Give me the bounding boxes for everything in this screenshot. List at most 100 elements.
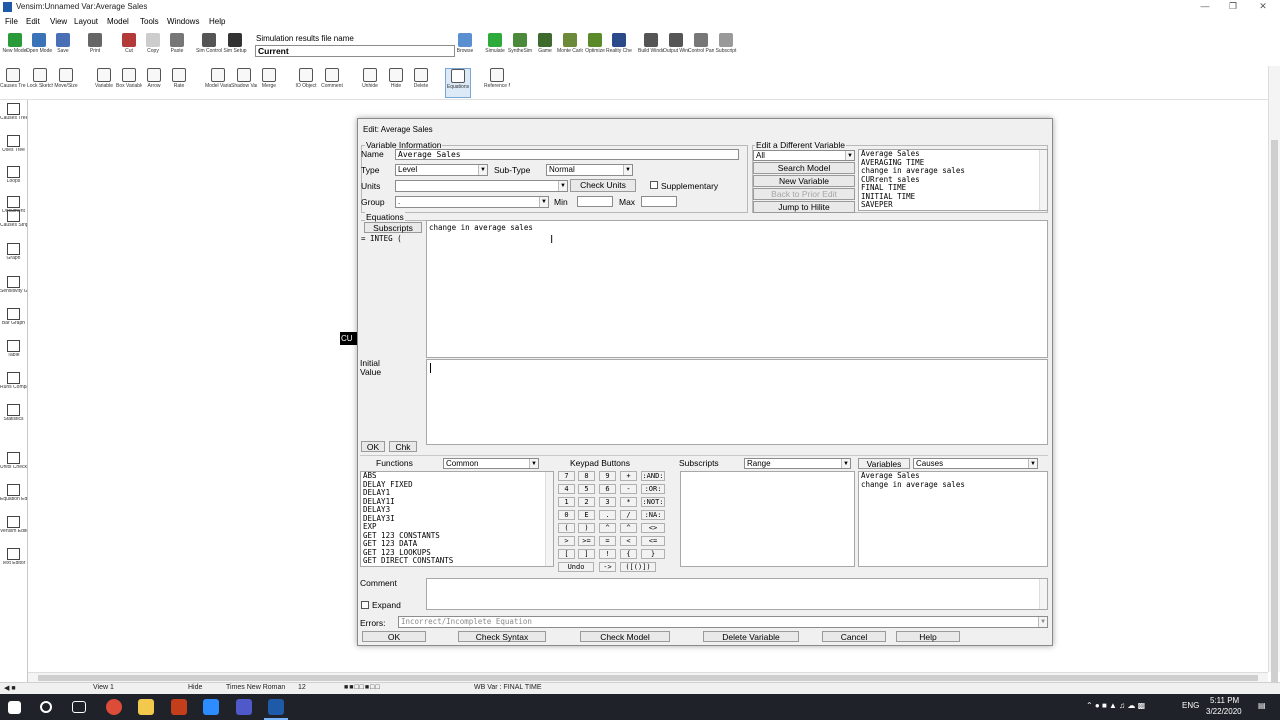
copy-button[interactable]: Copy bbox=[140, 33, 166, 54]
keypad-key[interactable]: ! bbox=[599, 549, 616, 559]
sensitivity-graph-tool[interactable]: Sensitivity Graph bbox=[0, 276, 27, 294]
comment-tool[interactable]: Comment bbox=[319, 68, 345, 89]
variable-list-scrollbar[interactable] bbox=[1039, 150, 1047, 210]
reality-checks-button[interactable]: Reality Checks bbox=[606, 33, 632, 54]
text-editor-tool[interactable]: Text Editor bbox=[0, 548, 27, 566]
keypad-key[interactable]: 1 bbox=[558, 497, 575, 507]
units-select[interactable]: ▼ bbox=[395, 180, 568, 192]
monte-carlo-button[interactable]: Monte Carlo bbox=[557, 33, 583, 54]
keypad-key[interactable]: 7 bbox=[558, 471, 575, 481]
horizontal-scrollbar[interactable] bbox=[28, 672, 1268, 682]
runs-compare-tool[interactable]: Runs Compare bbox=[0, 372, 27, 390]
horizontal-scroll-thumb[interactable] bbox=[38, 675, 1258, 681]
status-nav-icon[interactable]: ◀ ■ bbox=[4, 684, 16, 692]
keypad-key[interactable]: ) bbox=[578, 523, 595, 533]
comment-scrollbar[interactable] bbox=[1039, 579, 1047, 609]
undo-key[interactable]: Undo bbox=[558, 562, 594, 572]
variables-filter-select[interactable]: Causes ▼ bbox=[913, 458, 1038, 469]
keypad-key[interactable]: [ bbox=[558, 549, 575, 559]
keypad-key[interactable]: ] bbox=[578, 549, 595, 559]
cause-variable-item[interactable]: change in average sales bbox=[859, 480, 1047, 490]
merge-tool[interactable]: Merge bbox=[256, 68, 282, 89]
status-font[interactable]: Times New Roman bbox=[226, 684, 285, 691]
keypad-key[interactable]: ^ bbox=[599, 523, 616, 533]
variable-filter-select[interactable]: All ▼ bbox=[753, 150, 855, 161]
keypad-key[interactable]: ^ bbox=[620, 523, 637, 533]
keypad-key[interactable]: ( bbox=[558, 523, 575, 533]
control-panel-button[interactable]: Control Panel bbox=[688, 33, 714, 54]
cut-button[interactable]: Cut bbox=[116, 33, 142, 54]
subscripts-filter-select[interactable]: Range ▼ bbox=[744, 458, 851, 469]
keypad-key[interactable]: - bbox=[620, 484, 637, 494]
vensim-editor-tool[interactable]: Vensim Editor bbox=[0, 516, 27, 534]
new-variable-button[interactable]: New Variable bbox=[753, 175, 855, 187]
delete-variable-button[interactable]: Delete Variable bbox=[703, 631, 799, 642]
subscripts-button[interactable]: Subscripts bbox=[364, 222, 422, 233]
keypad-key[interactable]: 9 bbox=[599, 471, 616, 481]
cancel-button[interactable]: Cancel bbox=[822, 631, 886, 642]
powerpoint-icon[interactable] bbox=[171, 699, 187, 715]
keypad-key[interactable]: :NOT: bbox=[641, 497, 665, 507]
keypad-key[interactable]: } bbox=[641, 549, 665, 559]
function-list-item[interactable]: GET DIRECT CONSTANTS bbox=[361, 556, 553, 566]
rate-tool[interactable]: Rate bbox=[166, 68, 192, 89]
supplementary-checkbox[interactable] bbox=[650, 181, 658, 189]
keypad-key[interactable]: E bbox=[578, 510, 595, 520]
variables-panel-label[interactable]: Variables bbox=[858, 458, 910, 469]
open-model-button[interactable]: Open Model bbox=[26, 33, 52, 54]
keypad-key[interactable]: 6 bbox=[599, 484, 616, 494]
menu-edit[interactable]: Edit bbox=[26, 17, 40, 26]
paste-button[interactable]: Paste bbox=[164, 33, 190, 54]
equation-editor-tool[interactable]: Equation Editor bbox=[0, 484, 27, 502]
causes-tree-tool[interactable]: Causes Tree bbox=[0, 68, 26, 89]
keypad-key[interactable]: 4 bbox=[558, 484, 575, 494]
group-select[interactable]: . ▼ bbox=[395, 196, 549, 208]
keypad-key[interactable]: :AND: bbox=[641, 471, 665, 481]
causes-strip-tool[interactable]: Causes Strip bbox=[0, 210, 27, 228]
causes-tree-tool[interactable]: Causes Tree bbox=[0, 103, 27, 121]
sim-control-button[interactable]: Sim Control bbox=[196, 33, 222, 54]
notifications-icon[interactable]: ▤ bbox=[1258, 701, 1266, 710]
shadow-variable-tool[interactable]: Shadow Variable bbox=[231, 68, 257, 89]
delete-tool[interactable]: Delete bbox=[408, 68, 434, 89]
functions-list[interactable]: ABS DELAY FIXED DELAY1 DELAY1I DELAY3 DELAY3I… bbox=[360, 471, 554, 567]
chrome-icon[interactable] bbox=[106, 699, 122, 715]
subscripts-list[interactable] bbox=[680, 471, 855, 567]
keypad-key[interactable]: :OR: bbox=[641, 484, 665, 494]
statistics-tool[interactable]: Statistics bbox=[0, 404, 27, 422]
print-button[interactable]: Print bbox=[82, 33, 108, 54]
search-icon[interactable] bbox=[40, 701, 52, 713]
keypad-key[interactable]: / bbox=[620, 510, 637, 520]
variable-tool[interactable]: Variable bbox=[91, 68, 117, 89]
clock-time[interactable]: 5:11 PM bbox=[1210, 696, 1239, 705]
tray-icons[interactable]: ⌃ ● ■ ▲ ♫ ☁ ▩ bbox=[1086, 701, 1145, 710]
keypad-key[interactable]: . bbox=[599, 510, 616, 520]
keypad-key[interactable]: 3 bbox=[599, 497, 616, 507]
unhide-tool[interactable]: Unhide bbox=[357, 68, 383, 89]
output-windows-button[interactable]: Output Windows bbox=[663, 33, 689, 54]
menu-help[interactable]: Help bbox=[209, 17, 225, 26]
menu-view[interactable]: View bbox=[50, 17, 67, 26]
bar-graph-tool[interactable]: Bar Graph bbox=[0, 308, 27, 326]
arrow-key[interactable]: -> bbox=[599, 562, 616, 572]
help-button[interactable]: Help bbox=[896, 631, 960, 642]
initial-value-editor[interactable] bbox=[426, 359, 1048, 445]
check-model-button[interactable]: Check Model bbox=[580, 631, 670, 642]
keypad-key[interactable]: <= bbox=[641, 536, 665, 546]
brackets-key[interactable]: ([()]) bbox=[620, 562, 656, 572]
errors-select[interactable]: Incorrect/Incomplete Equation ▼ bbox=[398, 616, 1048, 628]
equation-editor[interactable]: change in average sales bbox=[426, 220, 1048, 358]
results-file-input[interactable]: Current bbox=[255, 45, 455, 57]
check-syntax-button[interactable]: Check Syntax bbox=[458, 631, 546, 642]
vensim-taskbar-icon[interactable] bbox=[268, 699, 284, 715]
variable-list[interactable]: Average Sales AVERAGING TIME change in ave… bbox=[858, 149, 1048, 211]
menu-tools[interactable]: Tools bbox=[140, 17, 159, 26]
graph-tool[interactable]: Graph bbox=[0, 243, 27, 261]
build-windows-button[interactable]: Build Windows bbox=[638, 33, 664, 54]
variable-list-item[interactable]: SAVEPER bbox=[859, 200, 1047, 210]
check-units-button[interactable]: Check Units bbox=[570, 179, 636, 192]
function-list-item[interactable]: DELAY3I bbox=[361, 514, 553, 524]
canvas-variable-fragment[interactable]: CU bbox=[340, 332, 357, 345]
vertical-scrollbar[interactable] bbox=[1268, 66, 1280, 708]
keypad-key[interactable]: > bbox=[558, 536, 575, 546]
